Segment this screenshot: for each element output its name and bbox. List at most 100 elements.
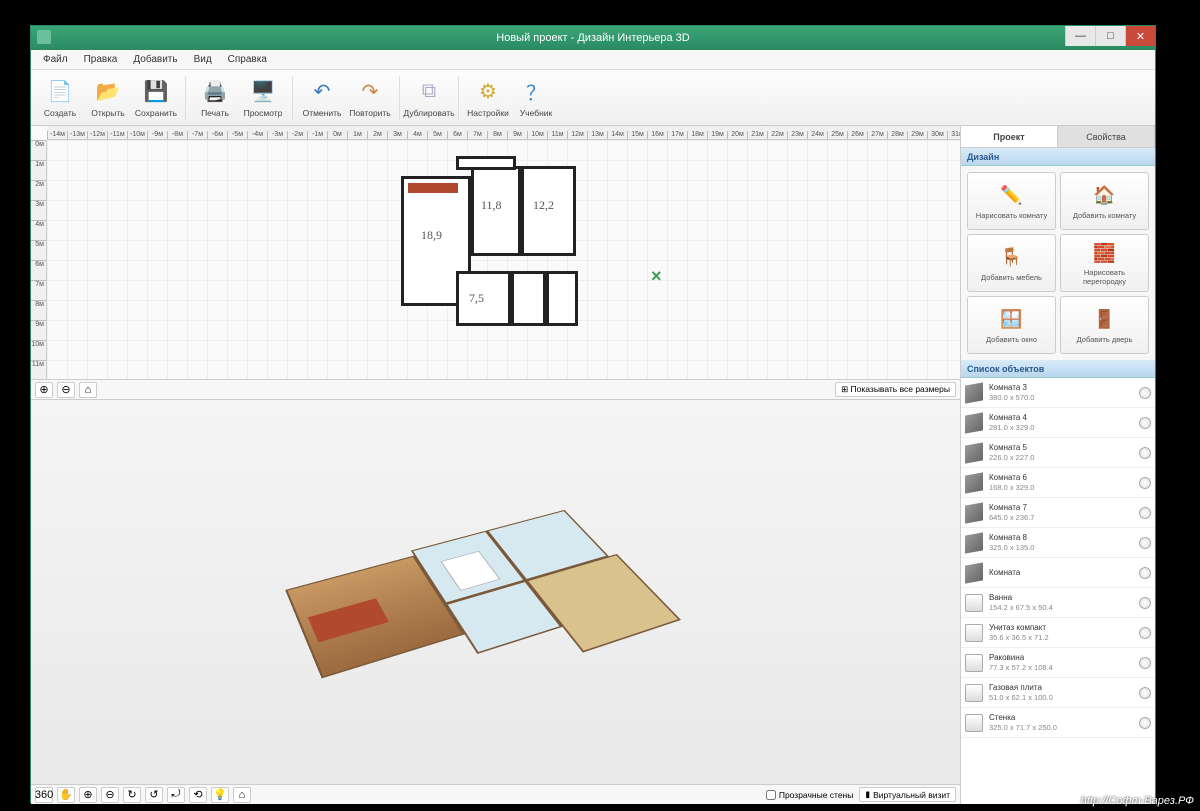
object-type-icon	[965, 502, 983, 523]
visibility-toggle-icon[interactable]	[1139, 567, 1151, 579]
menu-edit[interactable]: Правка	[76, 54, 126, 65]
menu-add[interactable]: Добавить	[125, 54, 185, 65]
list-item[interactable]: Комната 5226.0 x 227.0	[961, 438, 1155, 468]
list-item[interactable]: Раковина77.3 x 57.2 x 108.4	[961, 648, 1155, 678]
window-title: Новый проект - Дизайн Интерьера 3D	[496, 32, 689, 44]
object-type-icon	[965, 654, 983, 672]
visibility-toggle-icon[interactable]	[1139, 387, 1151, 399]
titlebar[interactable]: Новый проект - Дизайн Интерьера 3D — □ ✕	[31, 26, 1155, 50]
show-dimensions-button[interactable]: ⊞ Показывать все размеры	[835, 382, 956, 397]
object-type-icon	[965, 472, 983, 493]
section-objects-header: Список объектов	[961, 360, 1155, 378]
pan-button[interactable]: ✋	[57, 787, 75, 803]
zoom-out-3d-button[interactable]: ⊖	[101, 787, 119, 803]
object-type-icon	[965, 624, 983, 642]
virtual-visit-button[interactable]: ▮Виртуальный визит	[859, 787, 956, 802]
tab-project[interactable]: Проект	[961, 126, 1058, 147]
room-area-1: 18,9	[421, 228, 442, 243]
app-icon	[37, 30, 51, 44]
object-type-icon	[965, 532, 983, 553]
object-type-icon	[965, 714, 983, 732]
add-room-button[interactable]: 🏠Добавить комнату	[1060, 172, 1149, 230]
add-window-button[interactable]: 🪟Добавить окно	[967, 296, 1056, 354]
list-item[interactable]: Комната 6168.0 x 329.0	[961, 468, 1155, 498]
list-item[interactable]: Комната 8325.0 x 135.0	[961, 528, 1155, 558]
tab-properties[interactable]: Свойства	[1058, 126, 1155, 147]
draw-partition-button[interactable]: 🧱Нарисовать перегородку	[1060, 234, 1149, 292]
visibility-toggle-icon[interactable]	[1139, 477, 1151, 489]
rotate-cw-button[interactable]: ↻	[123, 787, 141, 803]
list-item[interactable]: Комната 4281.0 x 329.0	[961, 408, 1155, 438]
toolbar: 📄Создать 📂Открыть 💾Сохранить 🖨️Печать 🖥️…	[31, 70, 1155, 126]
close-button[interactable]: ✕	[1125, 26, 1155, 46]
help-icon: ？	[522, 78, 550, 106]
minimize-button[interactable]: —	[1065, 26, 1095, 46]
visibility-toggle-icon[interactable]	[1139, 657, 1151, 669]
visibility-toggle-icon[interactable]	[1139, 447, 1151, 459]
zoom-in-button[interactable]: ⊕	[35, 382, 53, 398]
zoom-in-3d-button[interactable]: ⊕	[79, 787, 97, 803]
maximize-button[interactable]: □	[1095, 26, 1125, 46]
draw-room-button[interactable]: ✏️Нарисовать комнату	[967, 172, 1056, 230]
cursor-marker-icon: ×	[651, 266, 662, 287]
preview-button[interactable]: 🖥️Просмотр	[240, 72, 286, 124]
model-3d[interactable]	[276, 488, 753, 785]
settings-button[interactable]: ⚙Настройки	[465, 72, 511, 124]
visibility-toggle-icon[interactable]	[1139, 417, 1151, 429]
list-item[interactable]: Комната	[961, 558, 1155, 588]
visibility-toggle-icon[interactable]	[1139, 627, 1151, 639]
transparent-walls-checkbox[interactable]: Прозрачные стены	[766, 790, 854, 800]
view3d-bottom-bar: 360 ✋ ⊕ ⊖ ↻ ↺ ⤾ ⟲ 💡 ⌂ Прозрачные стены ▮…	[31, 784, 960, 804]
list-item[interactable]: Газовая плита51.0 x 62.1 x 100.0	[961, 678, 1155, 708]
object-type-icon	[965, 594, 983, 612]
rotate-ccw-button[interactable]: ↺	[145, 787, 163, 803]
floorplan[interactable]: 18,9 11,8 12,2 7,5	[401, 156, 601, 356]
light-button[interactable]: 💡	[211, 787, 229, 803]
view-3d[interactable]: 360 ✋ ⊕ ⊖ ↻ ↺ ⤾ ⟲ 💡 ⌂ Прозрачные стены ▮…	[31, 400, 960, 804]
open-button[interactable]: 📂Открыть	[85, 72, 131, 124]
add-furniture-button[interactable]: 🪑Добавить мебель	[967, 234, 1056, 292]
object-type-icon	[965, 442, 983, 463]
vertical-ruler: 0м1м2м3м4м5м6м7м8м9м10м11м	[31, 140, 47, 379]
menu-file[interactable]: Файл	[35, 54, 76, 65]
list-item[interactable]: Комната 3380.0 x 570.0	[961, 378, 1155, 408]
home-button[interactable]: ⌂	[79, 382, 97, 398]
add-door-button[interactable]: 🚪Добавить дверь	[1060, 296, 1149, 354]
duplicate-button[interactable]: ⧉Дублировать	[406, 72, 452, 124]
menu-help[interactable]: Справка	[220, 54, 275, 65]
right-panel: Проект Свойства Дизайн ✏️Нарисовать комн…	[961, 126, 1155, 804]
redo-button[interactable]: ↷Повторить	[347, 72, 393, 124]
room-area-2: 11,8	[481, 198, 502, 213]
list-item[interactable]: Ванна154.2 x 67.5 x 50.4	[961, 588, 1155, 618]
save-button[interactable]: 💾Сохранить	[133, 72, 179, 124]
monitor-icon: 🖥️	[249, 78, 277, 106]
camera-button[interactable]: ⟲	[189, 787, 207, 803]
brick-wall-icon: 🧱	[1092, 240, 1118, 266]
walk-button[interactable]: ⤾	[167, 787, 185, 803]
pencil-room-icon: ✏️	[999, 183, 1025, 209]
list-item[interactable]: Комната 7645.0 x 236.7	[961, 498, 1155, 528]
watermark-text: http://Софт-Варез.РФ	[1081, 795, 1194, 807]
plan-2d-view[interactable]: -14м-13м-12м-11м-10м-9м-8м-7м-6м-5м-4м-3…	[31, 126, 960, 400]
visibility-toggle-icon[interactable]	[1139, 717, 1151, 729]
print-button[interactable]: 🖨️Печать	[192, 72, 238, 124]
visibility-toggle-icon[interactable]	[1139, 687, 1151, 699]
add-room-icon: 🏠	[1092, 183, 1118, 209]
rotate-360-button[interactable]: 360	[35, 787, 53, 803]
create-button[interactable]: 📄Создать	[37, 72, 83, 124]
list-item[interactable]: Стенка325.0 x 71.7 x 250.0	[961, 708, 1155, 738]
object-type-icon	[965, 382, 983, 403]
object-label: Унитаз компакт35.6 x 36.5 x 71.2	[989, 623, 1133, 642]
list-item[interactable]: Унитаз компакт35.6 x 36.5 x 71.2	[961, 618, 1155, 648]
visibility-toggle-icon[interactable]	[1139, 507, 1151, 519]
home-3d-button[interactable]: ⌂	[233, 787, 251, 803]
tutorial-button[interactable]: ？Учебник	[513, 72, 559, 124]
object-label: Комната	[989, 568, 1133, 578]
menu-view[interactable]: Вид	[186, 54, 220, 65]
visibility-toggle-icon[interactable]	[1139, 597, 1151, 609]
zoom-out-button[interactable]: ⊖	[57, 382, 75, 398]
undo-button[interactable]: ↶Отменить	[299, 72, 345, 124]
object-label: Комната 7645.0 x 236.7	[989, 503, 1133, 522]
visibility-toggle-icon[interactable]	[1139, 537, 1151, 549]
object-list[interactable]: Комната 3380.0 x 570.0 Комната 4281.0 x …	[961, 378, 1155, 804]
